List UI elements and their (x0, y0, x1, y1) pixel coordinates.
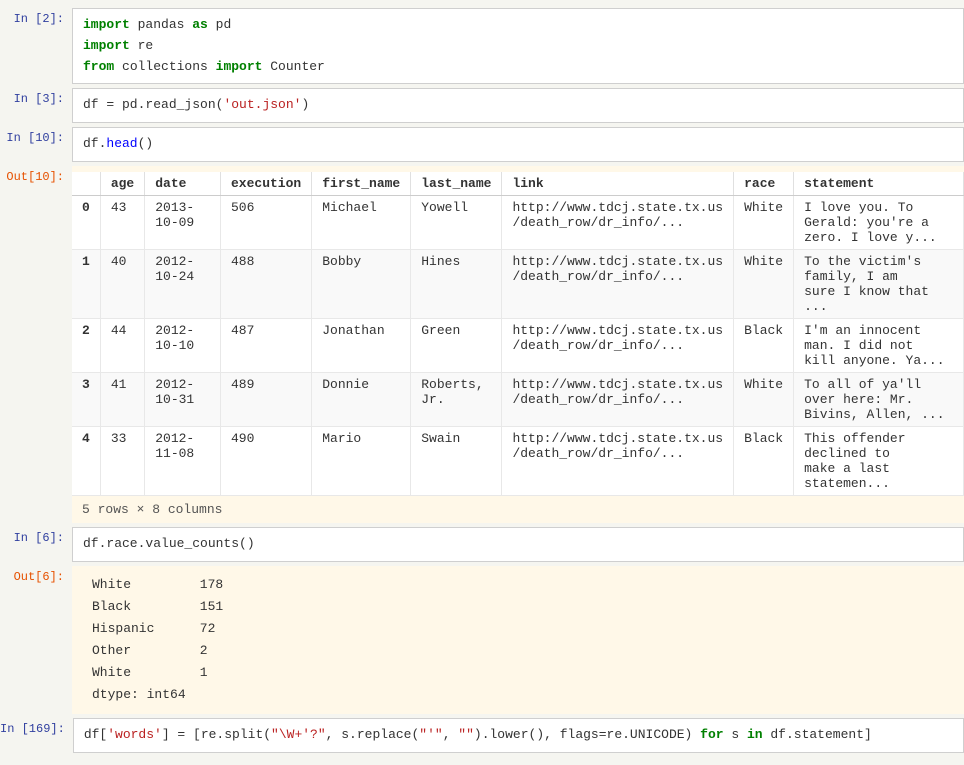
cell-age: 44 (100, 318, 144, 372)
cell-date: 2013-10-09 (145, 195, 221, 249)
cell-age: 40 (100, 249, 144, 318)
cell-out-6: Out[6]: White 178 Black 151 Hispanic 72 … (0, 566, 964, 715)
cell-date: 2012-10-10 (145, 318, 221, 372)
notebook: In [2]: import pandas as pd import re fr… (0, 0, 964, 765)
cell-in-2: In [2]: import pandas as pd import re fr… (0, 8, 964, 84)
cell-last-name: Roberts,Jr. (411, 372, 502, 426)
cell-first-name: Bobby (312, 249, 411, 318)
code-line: import pandas as pd (83, 15, 953, 36)
table-row: 3 41 2012-10-31 489 Donnie Roberts,Jr. h… (72, 372, 964, 426)
cell-label-169: In [169]: (0, 718, 73, 736)
list-item: Other 2 (92, 640, 944, 662)
cell-last-name: Yowell (411, 195, 502, 249)
row-index: 0 (72, 195, 100, 249)
cell-link: http://www.tdcj.state.tx.us/death_row/dr… (502, 318, 734, 372)
cell-date: 2012-10-24 (145, 249, 221, 318)
cell-in-169: In [169]: df['words'] = [re.split("\W+'?… (0, 718, 964, 753)
cell-race: White (734, 249, 794, 318)
cell-statement: To the victim's family, I amsure I know … (794, 249, 964, 318)
cell-in-3: In [3]: df = pd.read_json('out.json') (0, 88, 964, 123)
cell-execution: 506 (221, 195, 312, 249)
cell-label-out-6: Out[6]: (0, 566, 72, 584)
cell-race: Black (734, 426, 794, 495)
cell-race: White (734, 195, 794, 249)
value-counts-block: White 178 Black 151 Hispanic 72 Other 2 … (82, 570, 954, 711)
list-item: White 178 (92, 574, 944, 596)
cell-statement: To all of ya'll over here: Mr.Bivins, Al… (794, 372, 964, 426)
row-index: 1 (72, 249, 100, 318)
cell-content-2[interactable]: import pandas as pd import re from colle… (72, 8, 964, 84)
cell-last-name: Green (411, 318, 502, 372)
cell-date: 2012-11-08 (145, 426, 221, 495)
col-execution: execution (221, 172, 312, 196)
dtype-label: dtype: int64 (92, 684, 944, 706)
cell-last-name: Swain (411, 426, 502, 495)
dataframe-table: age date execution first_name last_name … (72, 172, 964, 496)
cell-label-3: In [3]: (0, 88, 72, 106)
cell-content-169[interactable]: df['words'] = [re.split("\W+'?", s.repla… (73, 718, 964, 753)
cell-label-10: In [10]: (0, 127, 72, 145)
cell-execution: 489 (221, 372, 312, 426)
col-index (72, 172, 100, 196)
table-row: 1 40 2012-10-24 488 Bobby Hines http://w… (72, 249, 964, 318)
col-age: age (100, 172, 144, 196)
dataframe-output: age date execution first_name last_name … (72, 166, 964, 523)
list-item: Black 151 (92, 596, 944, 618)
col-link: link (502, 172, 734, 196)
col-statement: statement (794, 172, 964, 196)
cell-race: White (734, 372, 794, 426)
code-line: df['words'] = [re.split("\W+'?", s.repla… (84, 725, 953, 746)
cell-execution: 488 (221, 249, 312, 318)
cell-in-10: In [10]: df.head() (0, 127, 964, 162)
cell-first-name: Michael (312, 195, 411, 249)
cell-first-name: Jonathan (312, 318, 411, 372)
value-counts-output: White 178 Black 151 Hispanic 72 Other 2 … (72, 566, 964, 715)
list-item: Hispanic 72 (92, 618, 944, 640)
cell-link: http://www.tdcj.state.tx.us/death_row/dr… (502, 195, 734, 249)
code-line: df.head() (83, 134, 953, 155)
cell-execution: 487 (221, 318, 312, 372)
table-header-row: age date execution first_name last_name … (72, 172, 964, 196)
col-race: race (734, 172, 794, 196)
cell-link: http://www.tdcj.state.tx.us/death_row/dr… (502, 426, 734, 495)
cell-statement: This offender declined tomake a last sta… (794, 426, 964, 495)
list-item: White 1 (92, 662, 944, 684)
cell-age: 43 (100, 195, 144, 249)
cell-last-name: Hines (411, 249, 502, 318)
cell-statement: I love you. To Gerald: you're azero. I l… (794, 195, 964, 249)
cell-execution: 490 (221, 426, 312, 495)
code-line: df = pd.read_json('out.json') (83, 95, 953, 116)
cell-link: http://www.tdcj.state.tx.us/death_row/dr… (502, 249, 734, 318)
table-row: 0 43 2013-10-09 506 Michael Yowell http:… (72, 195, 964, 249)
code-line: import re (83, 36, 953, 57)
col-first-name: first_name (312, 172, 411, 196)
cell-label-6: In [6]: (0, 527, 72, 545)
cell-first-name: Donnie (312, 372, 411, 426)
code-line: from collections import Counter (83, 57, 953, 78)
col-date: date (145, 172, 221, 196)
dataframe-info: 5 rows × 8 columns (72, 496, 964, 523)
cell-date: 2012-10-31 (145, 372, 221, 426)
cell-label-out-10: Out[10]: (0, 166, 72, 184)
cell-content-10[interactable]: df.head() (72, 127, 964, 162)
cell-age: 33 (100, 426, 144, 495)
cell-link: http://www.tdcj.state.tx.us/death_row/dr… (502, 372, 734, 426)
row-index: 4 (72, 426, 100, 495)
cell-content-3[interactable]: df = pd.read_json('out.json') (72, 88, 964, 123)
row-index: 3 (72, 372, 100, 426)
cell-content-6[interactable]: df.race.value_counts() (72, 527, 964, 562)
row-index: 2 (72, 318, 100, 372)
cell-label-2: In [2]: (0, 8, 72, 26)
table-row: 4 33 2012-11-08 490 Mario Swain http://w… (72, 426, 964, 495)
cell-out-10: Out[10]: age date execution first_name l… (0, 166, 964, 523)
cell-first-name: Mario (312, 426, 411, 495)
table-row: 2 44 2012-10-10 487 Jonathan Green http:… (72, 318, 964, 372)
cell-in-6: In [6]: df.race.value_counts() (0, 527, 964, 562)
cell-race: Black (734, 318, 794, 372)
code-line: df.race.value_counts() (83, 534, 953, 555)
cell-statement: I'm an innocent man. I did notkill anyon… (794, 318, 964, 372)
cell-age: 41 (100, 372, 144, 426)
col-last-name: last_name (411, 172, 502, 196)
